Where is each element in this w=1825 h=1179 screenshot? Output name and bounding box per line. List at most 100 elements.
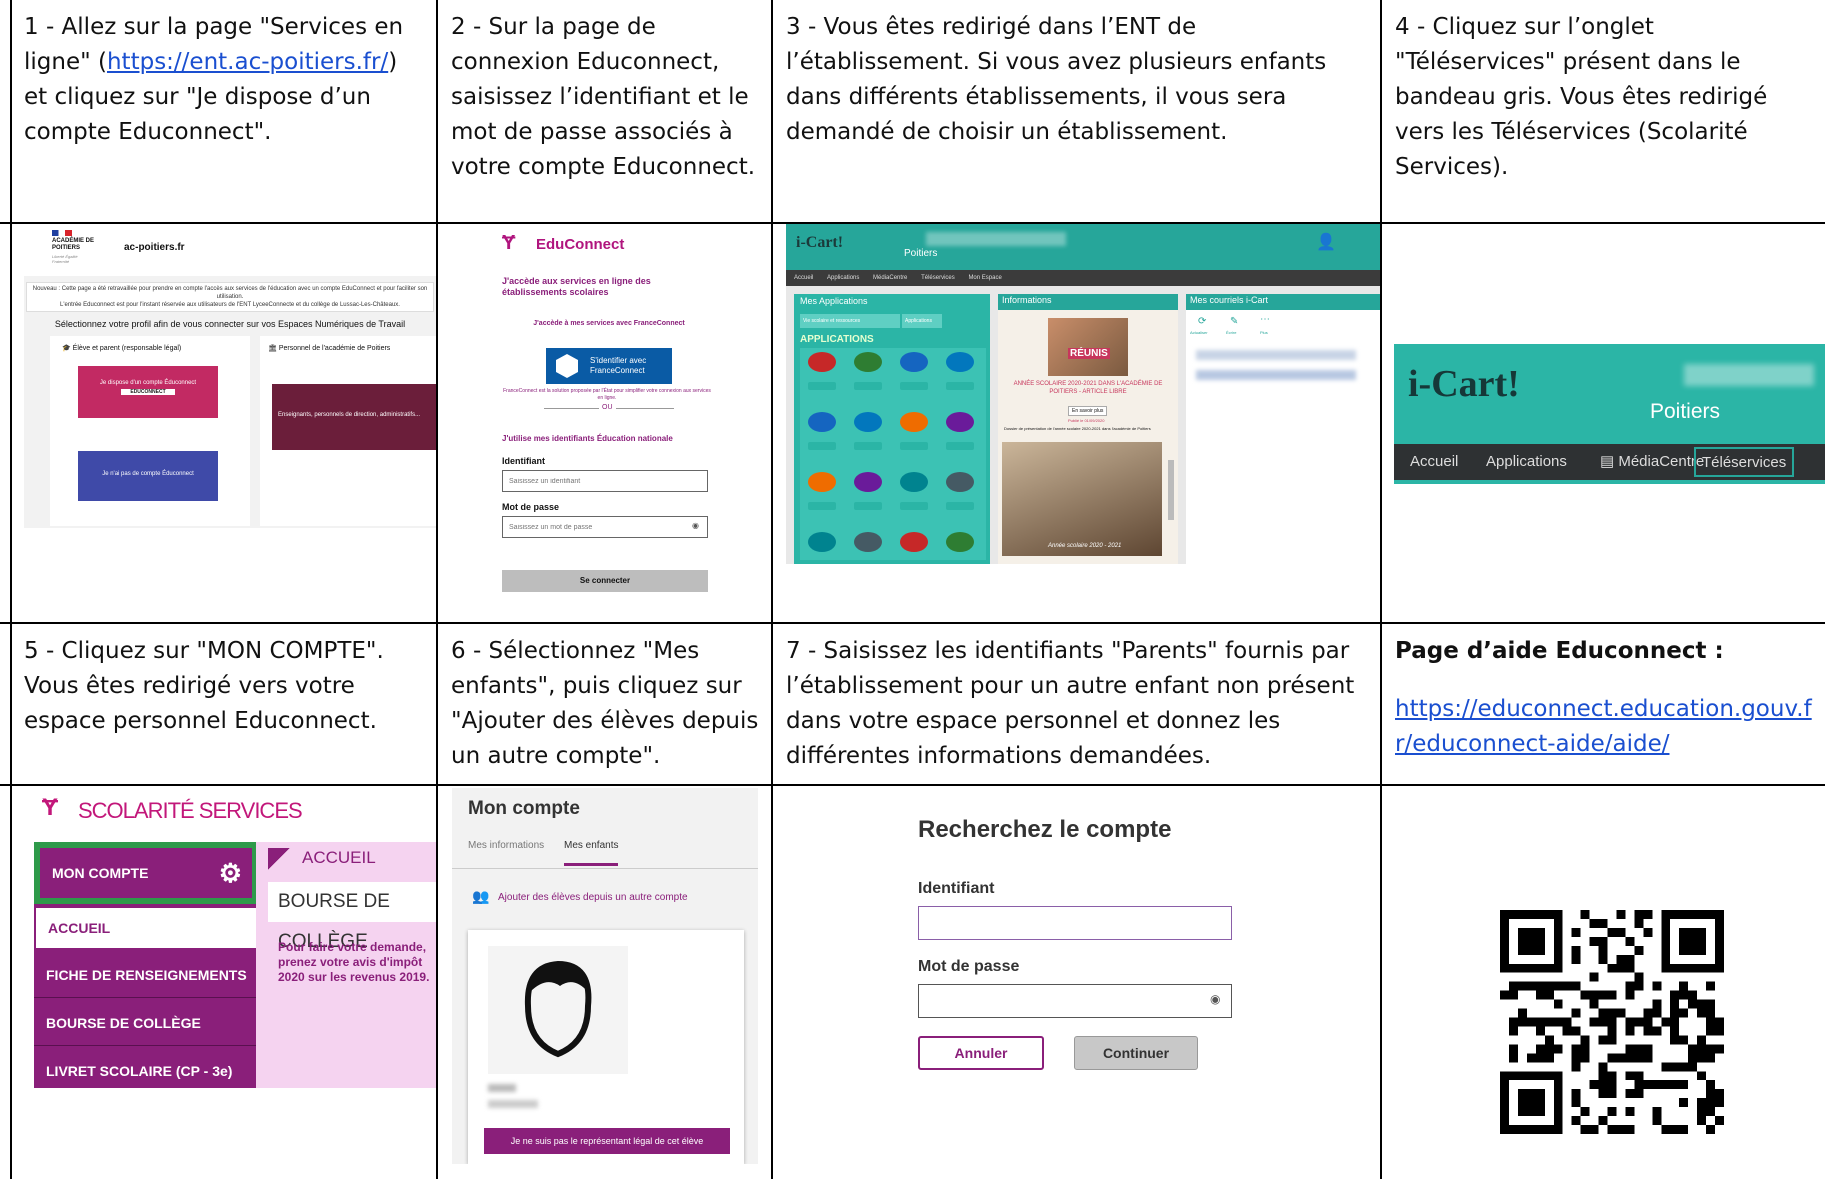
qr-module (1643, 1053, 1653, 1063)
zoom-nav-mediacentre[interactable]: ▤ MédiaCentre (1600, 444, 1704, 480)
app-tile[interactable] (854, 472, 882, 492)
app-tile[interactable] (946, 502, 974, 510)
qr-module (1607, 1008, 1617, 1018)
qr-module (1706, 1089, 1716, 1099)
qr-module (1544, 981, 1554, 991)
login-button[interactable]: Se connecter (502, 570, 708, 592)
app-tile[interactable] (900, 472, 928, 492)
app-tile[interactable] (808, 382, 836, 390)
zoom-nav-teleservices[interactable]: Téléservices (1694, 447, 1795, 477)
identifiant-input[interactable] (502, 470, 708, 492)
qr-module (1706, 1080, 1716, 1090)
apps-tab-vie[interactable]: Vie scolaire et ressources (800, 314, 900, 328)
zoom-nav-applications[interactable]: Applications (1486, 444, 1567, 480)
qr-module (1607, 1017, 1617, 1027)
help-link[interactable]: https://educonnect.education.gouv.fr/edu… (1395, 696, 1812, 757)
staff-panel: 🏛 Personnel de l'académie de Poitiers En… (260, 336, 436, 526)
tab-mes-enfants[interactable]: Mes enfants (564, 840, 619, 866)
app-tile[interactable] (946, 442, 974, 450)
qr-module (1715, 1089, 1724, 1099)
mail-panel-title: Mes courriels i-Cart (1190, 295, 1269, 305)
info-desc: Dossier de présentation de l'année scola… (1004, 426, 1151, 431)
cancel-button[interactable]: Annuler (918, 1036, 1044, 1070)
qr-module (1715, 1116, 1724, 1126)
franceconnect-icon (556, 354, 578, 378)
more-icon[interactable]: ⋯ (1260, 314, 1270, 325)
no-educonnect-button[interactable]: Je n'ai pas de compte Éduconnect (78, 451, 218, 501)
add-students-link[interactable]: Ajouter des élèves depuis un autre compt… (498, 892, 688, 903)
app-tile[interactable] (854, 502, 882, 510)
app-tile[interactable] (946, 352, 974, 372)
app-tile[interactable] (900, 442, 928, 450)
qr-module (1706, 1008, 1716, 1018)
app-tile[interactable] (808, 352, 836, 372)
qr-module (1634, 1071, 1644, 1081)
app-tile[interactable] (900, 502, 928, 510)
blurred-mail-1[interactable] (1196, 350, 1356, 360)
app-tile[interactable] (854, 382, 882, 390)
app-tile[interactable] (946, 382, 974, 390)
app-tile[interactable] (946, 472, 974, 492)
icart-zoom-logo: i-Cart! (1408, 363, 1520, 405)
nav-applications[interactable]: Applications (827, 275, 859, 281)
continue-button[interactable]: Continuer (1074, 1036, 1198, 1070)
recherche-pw-input[interactable] (918, 984, 1232, 1018)
add-students-icon[interactable]: 👥 (472, 888, 489, 905)
help-qr-code[interactable] (1500, 910, 1724, 1134)
qr-module (1661, 1062, 1671, 1072)
menu-bourse[interactable]: BOURSE DE COLLÈGE (34, 1000, 258, 1046)
staff-button[interactable]: Enseignants, personnels de direction, ad… (272, 384, 436, 450)
user-avatar-icon[interactable]: 👤 (1316, 232, 1336, 252)
info-more-button[interactable]: En savoir plus (1068, 406, 1108, 416)
app-tile[interactable] (900, 412, 928, 432)
app-tile[interactable] (808, 472, 836, 492)
ent-link[interactable]: https://ent.ac-poitiers.fr/ (107, 49, 388, 75)
app-tile[interactable] (900, 532, 928, 552)
info-scrollbar[interactable] (1168, 460, 1174, 520)
have-educonnect-button[interactable]: Je dispose d'un compte Éduconnect EDUCON… (78, 366, 218, 418)
qr-module (1598, 1071, 1608, 1081)
nav-mediacentre[interactable]: MédiaCentre (873, 275, 907, 281)
franceconnect-button[interactable]: S'identifier avec FranceConnect (546, 348, 672, 384)
app-tile[interactable] (900, 352, 928, 372)
app-tile[interactable] (808, 502, 836, 510)
app-tile[interactable] (808, 442, 836, 450)
parent-panel: 🎓 Élève et parent (responsable légal) Je… (50, 336, 250, 526)
nav-accueil[interactable]: Accueil (794, 275, 813, 281)
zoom-nav-accueil[interactable]: Accueil (1410, 444, 1458, 480)
not-legal-rep-button[interactable]: Je ne suis pas le représentant légal de … (484, 1128, 730, 1154)
write-icon[interactable]: ✎ (1230, 316, 1238, 327)
menu-accueil[interactable]: ACCUEIL (34, 906, 258, 950)
menu-livret[interactable]: LIVRET SCOLAIRE (CP - 3e) (34, 1048, 258, 1088)
app-tile[interactable] (854, 532, 882, 552)
qr-module (1670, 1035, 1680, 1045)
refresh-icon[interactable]: ⟳ (1198, 316, 1206, 327)
tab-divider (452, 868, 758, 869)
apps-tab-apps[interactable]: Applications (902, 314, 942, 328)
nav-teleservices[interactable]: Téléservices (921, 275, 955, 281)
menu-fiche[interactable]: FICHE DE RENSEIGNEMENTS (34, 952, 258, 998)
app-tile[interactable] (900, 382, 928, 390)
recherche-eye-icon[interactable]: ◉ (1210, 992, 1220, 1006)
eye-icon[interactable]: ◉ (692, 521, 699, 530)
app-tile[interactable] (808, 412, 836, 432)
recherche-id-input[interactable] (918, 906, 1232, 940)
qr-module (1697, 999, 1707, 1009)
qr-module (1571, 1089, 1581, 1099)
app-tile[interactable] (854, 352, 882, 372)
qr-module (1571, 945, 1581, 955)
nav-mon-espace[interactable]: Mon Espace (968, 275, 1001, 281)
app-tile[interactable] (946, 532, 974, 552)
qr-module (1625, 1053, 1635, 1063)
app-tile[interactable] (808, 532, 836, 552)
tab-mes-informations[interactable]: Mes informations (468, 840, 544, 851)
password-input[interactable] (502, 516, 708, 538)
app-tile[interactable] (854, 442, 882, 450)
qr-module (1598, 1017, 1608, 1027)
menu-mon-compte[interactable]: MON COMPTE ⚙ (40, 848, 252, 898)
app-tile[interactable] (946, 412, 974, 432)
blurred-mail-2[interactable] (1196, 370, 1356, 380)
qr-module (1508, 990, 1518, 1000)
app-tile[interactable] (854, 412, 882, 432)
recherche-id-label: Identifiant (918, 880, 995, 897)
